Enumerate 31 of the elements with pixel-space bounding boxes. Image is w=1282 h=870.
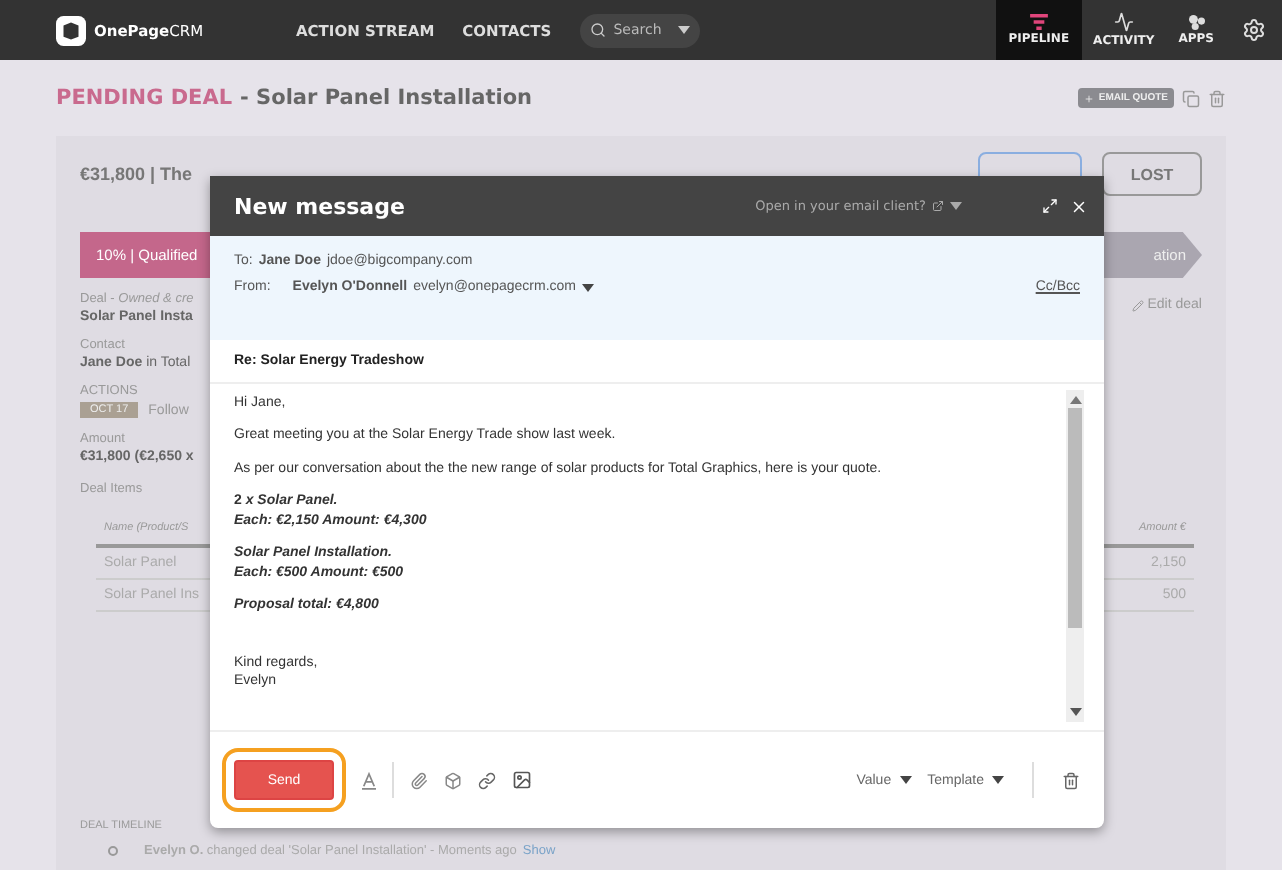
caret-icon: [582, 283, 595, 291]
deal-title: - Solar Panel Installation: [240, 86, 535, 110]
close-icon[interactable]: [1070, 197, 1088, 215]
logo-icon: [56, 15, 86, 45]
pulse-icon: [1113, 12, 1134, 32]
trash-icon[interactable]: [1062, 771, 1080, 789]
caret-icon: [677, 26, 690, 34]
settings-icon[interactable]: [1242, 18, 1266, 42]
deal-summary: €31,800 | The: [80, 164, 193, 184]
image-icon[interactable]: [512, 770, 532, 790]
caret-icon: [992, 776, 1004, 784]
caret-icon: [950, 202, 962, 210]
box-icon[interactable]: [444, 771, 462, 789]
copy-icon[interactable]: [1182, 89, 1200, 107]
caret-icon: [899, 776, 912, 784]
funnel-icon: [1029, 14, 1048, 30]
apps-icon: [1187, 14, 1206, 30]
timeline-dot-icon: [108, 846, 118, 856]
search-icon: [589, 22, 606, 38]
pencil-icon: [1131, 299, 1144, 311]
plus-icon: [1084, 93, 1095, 103]
dialog-title: New message: [234, 193, 407, 219]
deal-status: PENDING DEAL: [56, 86, 233, 110]
scrollbar[interactable]: [1066, 390, 1084, 722]
external-link-icon: [932, 200, 944, 212]
scroll-up-icon: [1069, 396, 1081, 404]
scroll-down-icon: [1069, 708, 1081, 716]
font-format-icon[interactable]: [362, 771, 376, 789]
expand-icon[interactable]: [1042, 198, 1058, 214]
paperclip-icon[interactable]: [410, 771, 428, 789]
link-icon[interactable]: [478, 771, 496, 789]
